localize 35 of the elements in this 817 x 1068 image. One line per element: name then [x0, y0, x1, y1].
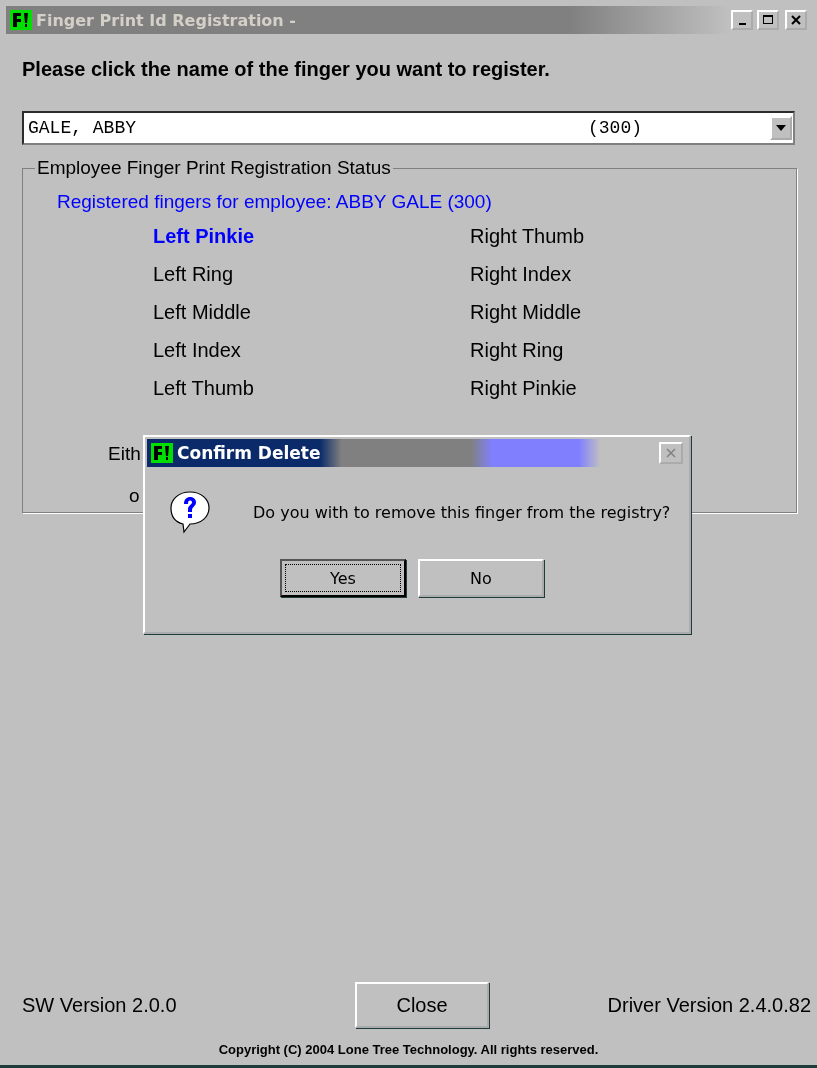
group-title: Employee Finger Print Registration Status	[36, 157, 392, 179]
maximize-icon	[763, 15, 773, 25]
no-button[interactable]: No	[418, 559, 544, 597]
finger-link[interactable]: Right Index	[470, 263, 670, 286]
finger-link[interactable]: Right Ring	[470, 339, 670, 362]
finger-link[interactable]: Right Thumb	[470, 225, 670, 248]
app-logo-icon	[151, 443, 173, 463]
dialog-title: Confirm Delete	[177, 443, 321, 463]
finger-link[interactable]: Right Middle	[470, 301, 670, 324]
minimize-icon	[738, 22, 746, 25]
question-icon	[167, 489, 213, 535]
copyright-text: Copyright (C) 2004 Lone Tree Technology. All rights reserved.	[217, 1042, 600, 1057]
app-logo-icon	[10, 10, 32, 30]
maximize-button[interactable]	[757, 10, 779, 30]
close-button[interactable]: Close	[355, 982, 490, 1028]
minimize-button[interactable]	[731, 10, 753, 30]
yes-button[interactable]: Yes	[280, 559, 406, 597]
instruction-text: Please click the name of the finger you want to register.	[22, 58, 551, 81]
finger-link[interactable]: Left Middle	[153, 301, 470, 324]
employee-dropdown[interactable]: GALE, ABBY (300)	[22, 111, 795, 145]
instruction-text: o	[129, 485, 140, 507]
finger-link[interactable]: Left Thumb	[153, 377, 470, 400]
finger-link[interactable]: Left Index	[153, 339, 470, 362]
window-title: Finger Print Id Registration -	[36, 10, 296, 30]
close-button[interactable]	[785, 10, 807, 30]
sw-version-text: SW Version 2.0.0	[22, 993, 177, 1017]
close-icon	[666, 448, 676, 458]
finger-link[interactable]: Right Pinkie	[470, 377, 670, 400]
instruction-text: Eith	[108, 443, 141, 465]
finger-link[interactable]: Left Ring	[153, 263, 470, 286]
close-icon	[791, 15, 801, 25]
registered-label: Registered fingers for employee: ABBY GALE (300)	[57, 191, 493, 213]
dialog-message: Do you with to remove this finger from the registry?	[253, 502, 671, 522]
driver-version-text: Driver Version 2.4.0.82	[607, 993, 811, 1017]
finger-link[interactable]: Left Pinkie	[153, 225, 470, 248]
